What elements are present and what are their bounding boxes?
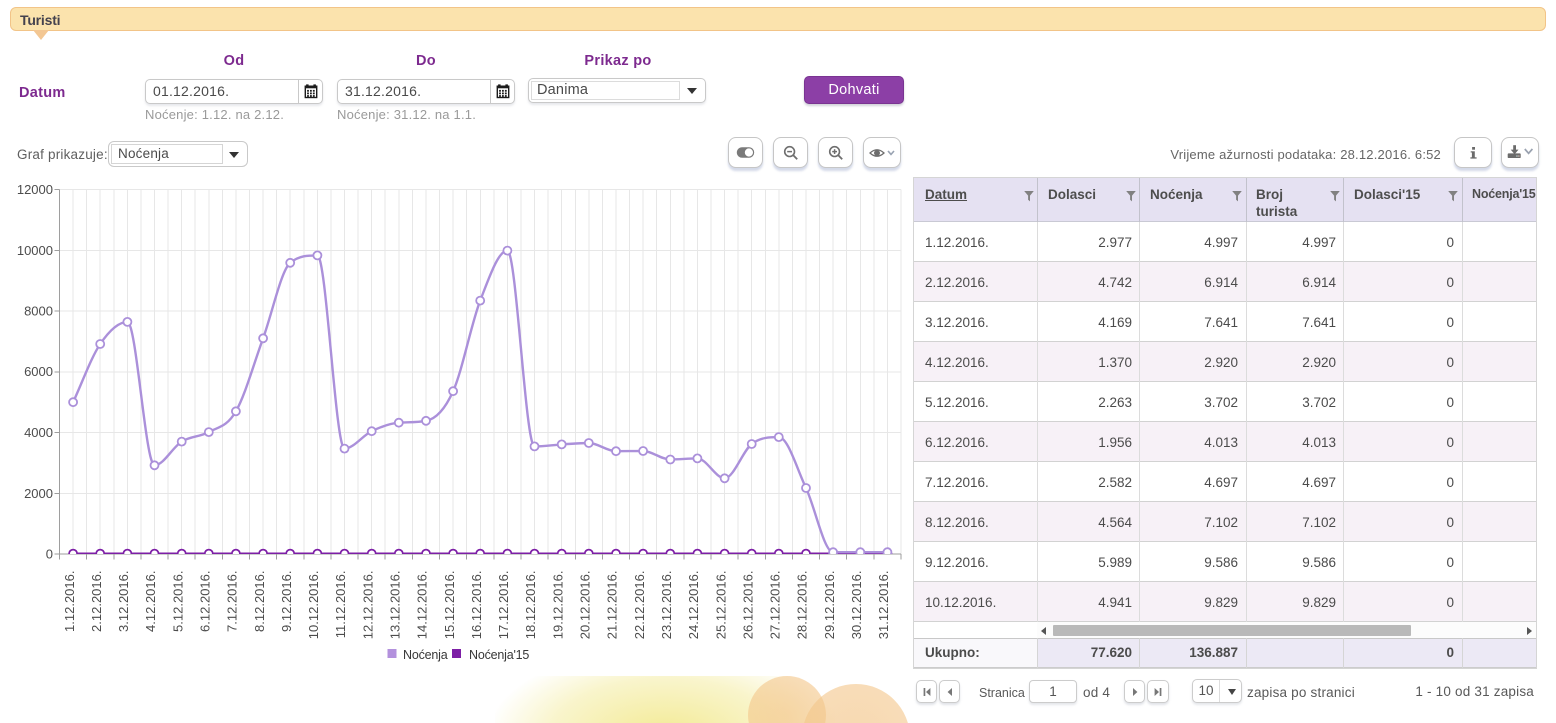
svg-text:Noćenja'15: Noćenja'15 xyxy=(469,648,529,662)
svg-text:13.12.2016.: 13.12.2016. xyxy=(388,571,403,640)
svg-text:11.12.2016.: 11.12.2016. xyxy=(333,571,348,639)
svg-text:12.12.2016.: 12.12.2016. xyxy=(360,571,375,640)
svg-text:18.12.2016.: 18.12.2016. xyxy=(523,571,538,640)
svg-text:24.12.2016.: 24.12.2016. xyxy=(686,571,701,640)
svg-text:31.12.2016.: 31.12.2016. xyxy=(876,571,891,640)
svg-text:1.12.2016.: 1.12.2016. xyxy=(62,571,77,632)
svg-text:22.12.2016.: 22.12.2016. xyxy=(632,571,647,640)
svg-text:19.12.2016.: 19.12.2016. xyxy=(550,571,565,640)
svg-text:7.12.2016.: 7.12.2016. xyxy=(225,571,240,632)
svg-text:4.12.2016.: 4.12.2016. xyxy=(143,571,158,632)
svg-text:6.12.2016.: 6.12.2016. xyxy=(198,571,213,632)
svg-text:28.12.2016.: 28.12.2016. xyxy=(795,571,810,640)
svg-text:9.12.2016.: 9.12.2016. xyxy=(279,571,294,632)
svg-text:15.12.2016.: 15.12.2016. xyxy=(442,571,457,640)
svg-text:2.12.2016.: 2.12.2016. xyxy=(89,571,104,632)
svg-text:8.12.2016.: 8.12.2016. xyxy=(252,571,267,632)
svg-text:0: 0 xyxy=(46,547,53,562)
svg-text:5.12.2016.: 5.12.2016. xyxy=(170,571,185,632)
svg-text:14.12.2016.: 14.12.2016. xyxy=(415,571,430,640)
svg-text:17.12.2016.: 17.12.2016. xyxy=(496,571,511,640)
svg-text:12000: 12000 xyxy=(17,182,53,197)
svg-text:20.12.2016.: 20.12.2016. xyxy=(578,571,593,640)
svg-text:10.12.2016.: 10.12.2016. xyxy=(306,571,321,640)
svg-text:2000: 2000 xyxy=(24,486,53,501)
svg-text:26.12.2016.: 26.12.2016. xyxy=(740,571,755,640)
svg-text:30.12.2016.: 30.12.2016. xyxy=(849,571,864,640)
svg-text:23.12.2016.: 23.12.2016. xyxy=(659,571,674,640)
svg-text:27.12.2016.: 27.12.2016. xyxy=(768,571,783,640)
svg-text:8000: 8000 xyxy=(24,304,53,319)
svg-text:3.12.2016.: 3.12.2016. xyxy=(116,571,131,632)
svg-text:21.12.2016.: 21.12.2016. xyxy=(605,571,620,640)
svg-text:10000: 10000 xyxy=(17,243,53,258)
svg-text:Noćenja: Noćenja xyxy=(403,648,448,662)
svg-text:16.12.2016.: 16.12.2016. xyxy=(469,571,484,640)
svg-text:6000: 6000 xyxy=(24,364,53,379)
svg-text:25.12.2016.: 25.12.2016. xyxy=(713,571,728,640)
svg-text:29.12.2016.: 29.12.2016. xyxy=(822,571,837,640)
svg-text:4000: 4000 xyxy=(24,425,53,440)
